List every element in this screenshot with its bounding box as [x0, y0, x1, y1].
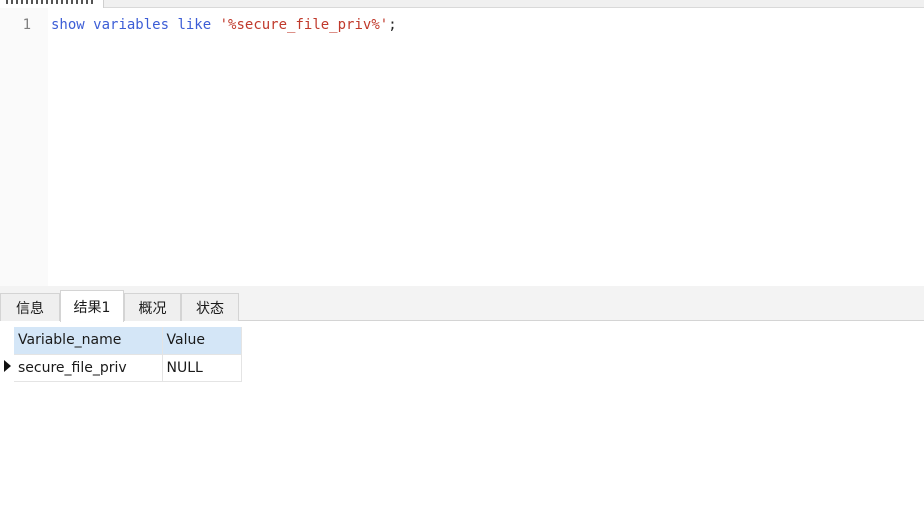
line-number: 1 [22, 17, 31, 33]
table-cell[interactable]: NULL [162, 354, 242, 382]
query-tab[interactable] [0, 0, 104, 8]
result-grid: Variable_name Value secure_file_priv NUL… [14, 327, 242, 382]
grid-header-row: Variable_name Value [14, 327, 242, 355]
keyword-variables: variables [93, 17, 170, 33]
tab-status[interactable]: 状态 [181, 293, 239, 321]
column-header[interactable]: Value [162, 327, 242, 355]
table-row[interactable]: secure_file_priv NULL [14, 354, 242, 382]
line-gutter: 1 [0, 8, 48, 286]
string-literal: '%secure_file_priv%' [219, 17, 389, 33]
result-tabs: 信息 结果1 概况 状态 [0, 290, 924, 322]
query-tab-label [6, 0, 96, 4]
tab-info[interactable]: 信息 [0, 293, 60, 321]
column-header[interactable]: Variable_name [14, 327, 163, 355]
statement-terminator: ; [388, 17, 397, 33]
tab-overview[interactable]: 概况 [124, 293, 181, 321]
keyword-show: show [51, 17, 85, 33]
query-window: 1 show variables like '%secure_file_priv… [0, 0, 924, 517]
editor-tab-strip [0, 0, 924, 8]
keyword-like: like [177, 17, 212, 33]
table-cell[interactable]: secure_file_priv [14, 354, 163, 382]
code-line[interactable]: show variables like '%secure_file_priv%'… [51, 17, 397, 33]
tab-result1[interactable]: 结果1 [60, 290, 124, 322]
sql-editor[interactable]: 1 show variables like '%secure_file_priv… [0, 8, 924, 286]
current-row-arrow-icon [4, 360, 11, 372]
